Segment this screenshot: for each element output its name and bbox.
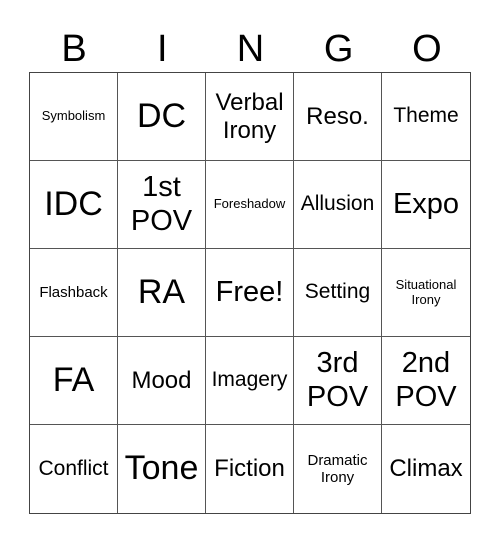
bingo-cell[interactable]: FA bbox=[30, 337, 118, 425]
bingo-cell[interactable]: Verbal Irony bbox=[206, 73, 294, 161]
bingo-cell[interactable]: RA bbox=[118, 249, 206, 337]
bingo-cell[interactable]: Imagery bbox=[206, 337, 294, 425]
bingo-cell[interactable]: 2nd POV bbox=[382, 337, 470, 425]
bingo-cell[interactable]: Tone bbox=[118, 425, 206, 513]
bingo-cell[interactable]: DC bbox=[118, 73, 206, 161]
bingo-cell[interactable]: Dramatic Irony bbox=[294, 425, 382, 513]
bingo-cell[interactable]: Conflict bbox=[30, 425, 118, 513]
header-letter-n: N bbox=[236, 28, 265, 70]
bingo-cell[interactable]: Fiction bbox=[206, 425, 294, 513]
bingo-cell[interactable]: Climax bbox=[382, 425, 470, 513]
bingo-cell[interactable]: Theme bbox=[382, 73, 470, 161]
bingo-cell[interactable]: Expo bbox=[382, 161, 470, 249]
header-letter-i: I bbox=[157, 28, 168, 70]
bingo-cell[interactable]: IDC bbox=[30, 161, 118, 249]
bingo-cell[interactable]: Mood bbox=[118, 337, 206, 425]
bingo-header: B I N G O bbox=[30, 26, 471, 72]
header-letter-b: B bbox=[61, 28, 87, 70]
bingo-cell[interactable]: Flashback bbox=[30, 249, 118, 337]
bingo-cell[interactable]: Situational Irony bbox=[382, 249, 470, 337]
bingo-cell[interactable]: Setting bbox=[294, 249, 382, 337]
header-letter-g: G bbox=[323, 28, 354, 70]
header-letter-o: O bbox=[412, 28, 442, 70]
bingo-cell[interactable]: 3rd POV bbox=[294, 337, 382, 425]
bingo-cell[interactable]: 1st POV bbox=[118, 161, 206, 249]
free-space-cell[interactable]: Free! bbox=[206, 249, 294, 337]
bingo-cell[interactable]: Reso. bbox=[294, 73, 382, 161]
bingo-cell[interactable]: Allusion bbox=[294, 161, 382, 249]
bingo-cell[interactable]: Foreshadow bbox=[206, 161, 294, 249]
bingo-cell[interactable]: Symbolism bbox=[30, 73, 118, 161]
bingo-card-grid: Symbolism DC Verbal Irony Reso. Theme ID… bbox=[29, 72, 471, 514]
